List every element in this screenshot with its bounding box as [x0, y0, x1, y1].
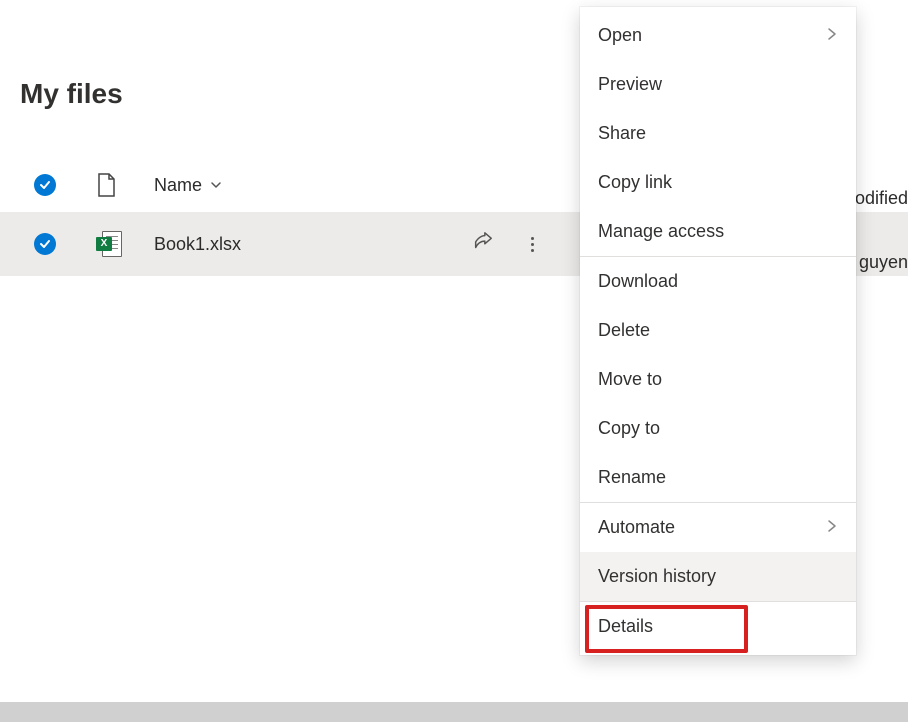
menu-item-version-history[interactable]: Version history	[580, 552, 856, 602]
menu-item-copy-to[interactable]: Copy to	[580, 404, 856, 453]
row-actions	[454, 231, 564, 258]
share-icon[interactable]	[472, 231, 494, 258]
select-all-column[interactable]	[34, 174, 96, 196]
file-type-cell: X	[96, 231, 154, 257]
menu-item-label: Automate	[598, 517, 675, 538]
context-menu: Open Preview Share Copy link Manage acce…	[580, 7, 856, 655]
chevron-down-icon	[210, 179, 222, 191]
menu-item-label: Move to	[598, 369, 662, 390]
menu-item-label: Share	[598, 123, 646, 144]
menu-item-download[interactable]: Download	[580, 257, 856, 306]
menu-item-copy-link[interactable]: Copy link	[580, 158, 856, 207]
menu-item-move-to[interactable]: Move to	[580, 355, 856, 404]
menu-item-label: Open	[598, 25, 642, 46]
menu-item-label: Details	[598, 616, 653, 637]
menu-item-manage-access[interactable]: Manage access	[580, 207, 856, 257]
menu-item-label: Manage access	[598, 221, 724, 242]
menu-item-label: Copy link	[598, 172, 672, 193]
menu-item-label: Download	[598, 271, 678, 292]
checkmark-icon	[34, 174, 56, 196]
menu-item-share[interactable]: Share	[580, 109, 856, 158]
menu-item-preview[interactable]: Preview	[580, 60, 856, 109]
menu-item-label: Preview	[598, 74, 662, 95]
more-actions-icon[interactable]	[522, 237, 542, 252]
menu-item-label: Version history	[598, 566, 716, 587]
menu-item-rename[interactable]: Rename	[580, 453, 856, 503]
menu-item-delete[interactable]: Delete	[580, 306, 856, 355]
menu-item-automate[interactable]: Automate	[580, 503, 856, 552]
bottom-bar	[0, 702, 908, 722]
menu-item-label: Copy to	[598, 418, 660, 439]
file-name: Book1.xlsx	[154, 234, 241, 255]
file-type-column-header[interactable]	[96, 173, 154, 197]
file-name-cell[interactable]: Book1.xlsx	[154, 234, 454, 255]
name-column-label: Name	[154, 175, 202, 196]
chevron-right-icon	[826, 517, 838, 538]
menu-item-label: Delete	[598, 320, 650, 341]
menu-item-open[interactable]: Open	[580, 11, 856, 60]
row-select[interactable]	[34, 233, 96, 255]
checkmark-icon	[34, 233, 56, 255]
excel-icon: X	[96, 231, 122, 257]
chevron-right-icon	[826, 25, 838, 46]
modified-by-cell: guyen	[859, 252, 908, 273]
name-column-header[interactable]: Name	[154, 175, 454, 196]
file-icon	[96, 173, 116, 197]
menu-item-label: Rename	[598, 467, 666, 488]
menu-item-details[interactable]: Details	[580, 602, 856, 651]
